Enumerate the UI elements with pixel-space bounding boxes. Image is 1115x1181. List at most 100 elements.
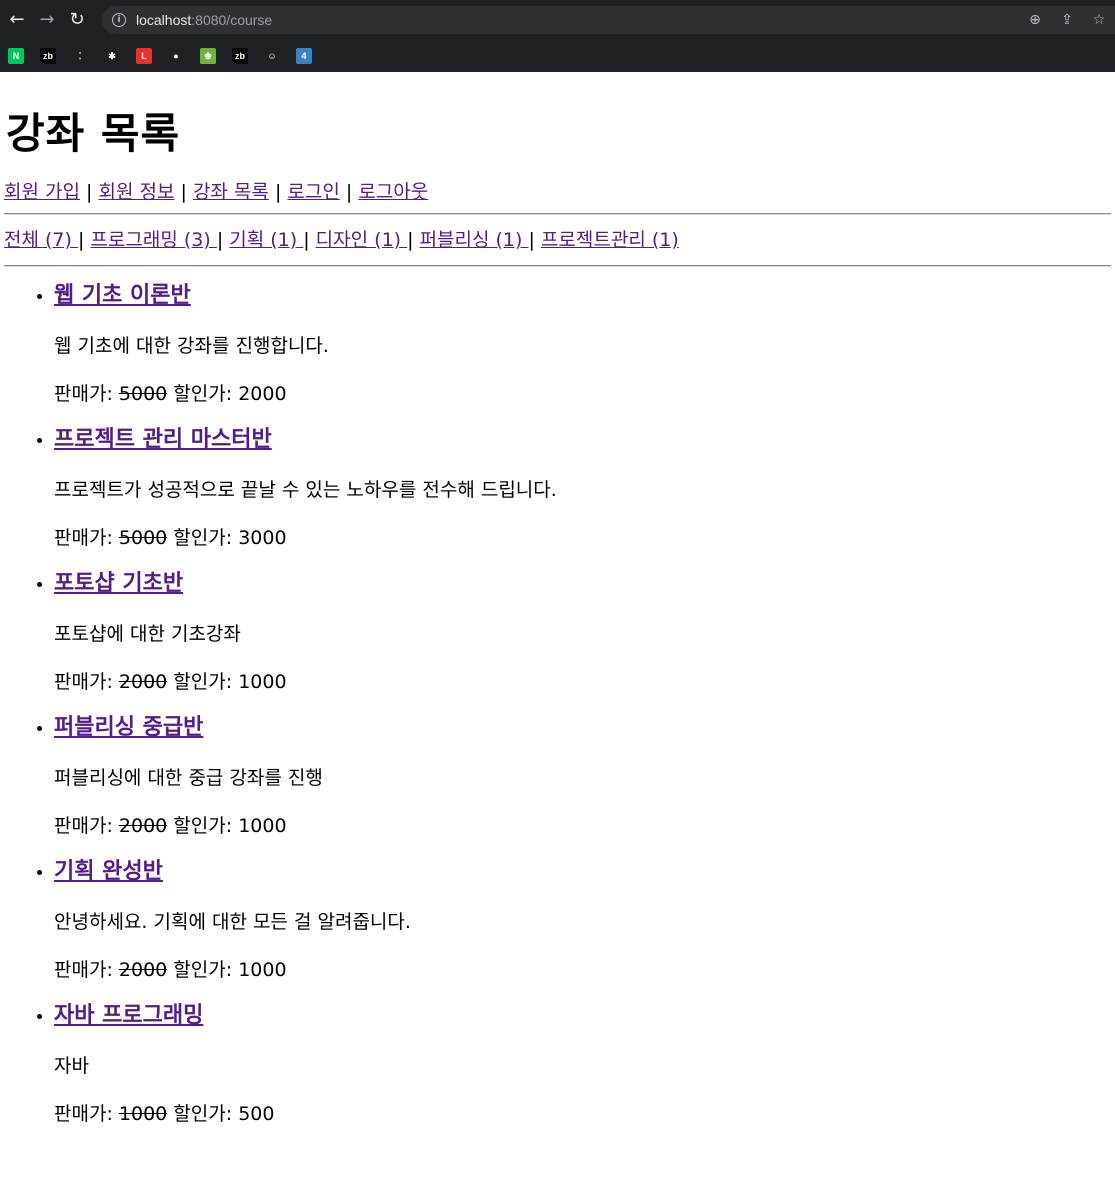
category-link[interactable]: 디자인 (1) xyxy=(316,229,407,251)
original-price: 5000 xyxy=(118,383,168,405)
course-description: 퍼블리싱에 대한 중급 강좌를 진행 xyxy=(54,767,323,789)
course-item: 포토샵 기초반포토샵에 대한 기초강좌판매가: 2000 할인가: 1000 xyxy=(54,569,1111,697)
sale-price: 3000 xyxy=(238,527,287,549)
github-bookmark-icon[interactable]: ● xyxy=(168,48,184,64)
course-item: 웹 기초 이론반웹 기초에 대한 강좌를 진행합니다. 판매가: 5000 할인가… xyxy=(54,281,1111,409)
category-separator: | xyxy=(216,229,224,251)
forward-arrow-icon[interactable]: → xyxy=(36,9,58,31)
course-description: 포토샵에 대한 기초강좌 xyxy=(54,623,241,645)
course-title: 웹 기초 이론반 xyxy=(54,281,1111,311)
login-link[interactable]: 로그인 xyxy=(287,181,339,203)
zoom-icon[interactable]: ⊕ xyxy=(1019,12,1051,28)
category-filter: 전체 (7) | 프로그래밍 (3) | 기획 (1) | 디자인 (1) | … xyxy=(4,223,1111,257)
browser-chrome: ← → ↻ i localhost:8080/course ⊕ ⇪ ☆ Nzb ⁚… xyxy=(0,0,1115,72)
sale-price: 2000 xyxy=(238,383,287,405)
price-label: 판매가: xyxy=(54,815,113,837)
omnibox-actions: ⊕ ⇪ ☆ xyxy=(1019,6,1115,34)
nav-separator: | xyxy=(86,181,93,203)
category-link[interactable]: 전체 (7) xyxy=(4,229,78,251)
course-item: 프로젝트 관리 마스터반프로젝트가 성공적으로 끝날 수 있는 노하우를 전수해… xyxy=(54,425,1111,553)
sale-price: 1000 xyxy=(238,959,287,981)
reload-icon[interactable]: ↻ xyxy=(66,9,88,31)
course-item: 퍼블리싱 중급반퍼블리싱에 대한 중급 강좌를 진행판매가: 2000 할인가:… xyxy=(54,713,1111,841)
price-label: 판매가: xyxy=(54,383,113,405)
naver-bookmark-icon[interactable]: N xyxy=(8,48,24,64)
original-price: 2000 xyxy=(118,815,168,837)
course-price: 판매가: 2000 할인가: 1000 xyxy=(54,955,1111,985)
sale-label: 할인가: xyxy=(173,671,233,693)
page-title: 강좌 목록 xyxy=(6,109,181,158)
zb-bookmark-icon[interactable]: zb xyxy=(40,48,56,64)
category-link[interactable]: 프로젝트관리 (1) xyxy=(541,229,679,251)
main-nav: 회원 가입 | 회원 정보 | 강좌 목록 | 로그인 | 로그아웃 xyxy=(4,179,1111,205)
logout-link[interactable]: 로그아웃 xyxy=(358,181,428,203)
nav-separator: | xyxy=(345,181,353,203)
course-price: 판매가: 5000 할인가: 2000 xyxy=(54,379,1111,409)
course-price: 판매가: 2000 할인가: 1000 xyxy=(54,667,1111,697)
spring-bookmark-icon[interactable]: ❀ xyxy=(200,48,216,64)
course-description: 안녕하세요. 기획에 대한 모든 걸 알려줍니다. xyxy=(54,911,411,933)
category-separator: | xyxy=(528,229,535,251)
course-list-link[interactable]: 강좌 목록 xyxy=(193,181,269,203)
l-bookmark-icon[interactable]: L xyxy=(136,48,152,64)
original-price: 2000 xyxy=(118,671,168,693)
sale-label: 할인가: xyxy=(173,1103,233,1125)
course-title-link[interactable]: 웹 기초 이론반 xyxy=(54,283,191,308)
member-info-link[interactable]: 회원 정보 xyxy=(98,181,174,203)
price-label: 판매가: xyxy=(54,959,113,981)
zb2-bookmark-icon[interactable]: zb xyxy=(232,48,248,64)
bookmarks-bar: Nzb ⁚ ✱ L ● ❀ zb ☺ 4 xyxy=(0,40,1115,72)
category-link[interactable]: 기획 (1) xyxy=(229,229,303,251)
category-separator: | xyxy=(407,229,414,251)
course-price: 판매가: 2000 할인가: 1000 xyxy=(54,811,1111,841)
site-info-icon[interactable]: i xyxy=(112,13,126,27)
sale-label: 할인가: xyxy=(173,383,233,405)
divider xyxy=(4,265,1111,267)
url-host: localhost xyxy=(136,12,192,28)
price-label: 판매가: xyxy=(54,1103,113,1125)
nav-separator: | xyxy=(180,181,187,203)
dots-bookmark-icon[interactable]: ⁚ xyxy=(72,48,88,64)
course-price: 판매가: 5000 할인가: 3000 xyxy=(54,523,1111,553)
category-link[interactable]: 프로그래밍 (3) xyxy=(90,229,216,251)
nav-separator: | xyxy=(274,181,282,203)
course-description: 웹 기초에 대한 강좌를 진행합니다. xyxy=(54,335,329,357)
category-separator: | xyxy=(303,229,310,251)
back-arrow-icon[interactable]: ← xyxy=(6,9,28,31)
course-title-link[interactable]: 기획 완성반 xyxy=(54,859,163,884)
course-item: 기획 완성반안녕하세요. 기획에 대한 모든 걸 알려줍니다. 판매가: 2000… xyxy=(54,857,1111,985)
course-title: 기획 완성반 xyxy=(54,857,1111,887)
original-price: 1000 xyxy=(118,1103,168,1125)
category-separator: | xyxy=(77,229,85,251)
course-title-link[interactable]: 프로젝트 관리 마스터반 xyxy=(54,427,272,452)
original-price: 2000 xyxy=(118,959,168,981)
sale-price: 1000 xyxy=(238,815,287,837)
sale-label: 할인가: xyxy=(173,527,233,549)
course-price: 판매가: 1000 할인가: 500 xyxy=(54,1099,1111,1129)
browser-toolbar: ← → ↻ i localhost:8080/course ⊕ ⇪ ☆ xyxy=(0,0,1115,40)
course-title: 포토샵 기초반 xyxy=(54,569,1111,599)
course-title-link[interactable]: 퍼블리싱 중급반 xyxy=(54,715,203,740)
course-title: 프로젝트 관리 마스터반 xyxy=(54,425,1111,455)
signup-link[interactable]: 회원 가입 xyxy=(4,181,80,203)
course-list: 웹 기초 이론반웹 기초에 대한 강좌를 진행합니다. 판매가: 5000 할인가… xyxy=(4,281,1111,1129)
course-description: 자바 xyxy=(54,1055,89,1077)
price-label: 판매가: xyxy=(54,671,113,693)
share-icon[interactable]: ⇪ xyxy=(1051,12,1083,28)
star-icon[interactable]: ☆ xyxy=(1083,12,1115,28)
price-label: 판매가: xyxy=(54,527,113,549)
course-title: 자바 프로그래밍 xyxy=(54,1001,1111,1031)
url-path: :8080/course xyxy=(191,12,273,28)
course-title: 퍼블리싱 중급반 xyxy=(54,713,1111,743)
course-title-link[interactable]: 포토샵 기초반 xyxy=(54,571,183,596)
slack-bookmark-icon[interactable]: ✱ xyxy=(104,48,120,64)
sale-label: 할인가: xyxy=(173,815,233,837)
person-bookmark-icon[interactable]: ☺ xyxy=(264,48,280,64)
divider xyxy=(4,213,1111,215)
sale-price: 500 xyxy=(238,1103,275,1125)
course-title-link[interactable]: 자바 프로그래밍 xyxy=(54,1003,203,1028)
course-description: 프로젝트가 성공적으로 끝날 수 있는 노하우를 전수해 드립니다. xyxy=(54,479,557,501)
four-bookmark-icon[interactable]: 4 xyxy=(296,48,312,64)
category-link[interactable]: 퍼블리싱 (1) xyxy=(420,229,529,251)
address-bar[interactable]: i localhost:8080/course ⊕ ⇪ ☆ xyxy=(102,6,1115,34)
